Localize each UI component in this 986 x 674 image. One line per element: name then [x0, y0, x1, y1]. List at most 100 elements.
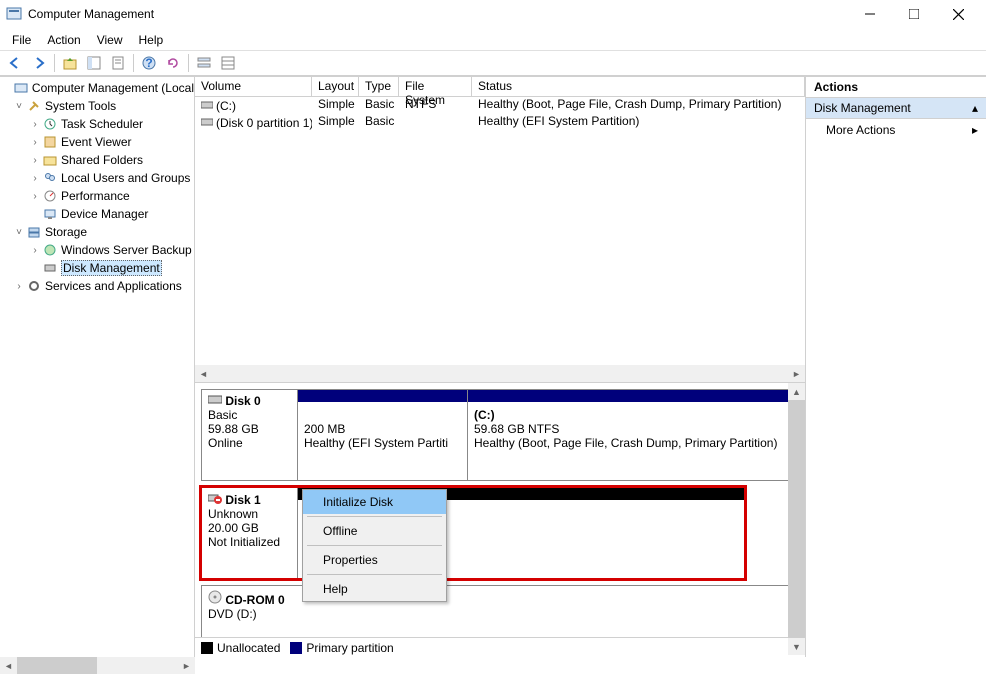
ctx-properties[interactable]: Properties: [303, 548, 446, 572]
partition-efi[interactable]: 200 MBHealthy (EFI System Partiti: [298, 390, 468, 480]
cdrom-icon: [208, 593, 222, 607]
refresh-button[interactable]: [162, 52, 184, 74]
actions-title: Actions: [806, 77, 986, 98]
menu-help[interactable]: Help: [131, 31, 172, 49]
drive-icon: [201, 116, 213, 130]
scroll-down-icon[interactable]: ▼: [788, 638, 805, 655]
computer-icon: [13, 80, 28, 96]
minimize-button[interactable]: [848, 0, 892, 28]
expand-icon[interactable]: ˅: [12, 101, 26, 112]
scroll-up-icon[interactable]: ▲: [788, 383, 805, 400]
ctx-help[interactable]: Help: [303, 577, 446, 601]
expand-icon[interactable]: ›: [28, 155, 42, 166]
back-button[interactable]: [4, 52, 26, 74]
services-icon: [26, 278, 42, 294]
tree-root[interactable]: Computer Management (Local: [32, 81, 194, 95]
tree-performance[interactable]: Performance: [61, 189, 130, 203]
storage-icon: [26, 224, 42, 240]
tree-event-viewer[interactable]: Event Viewer: [61, 135, 131, 149]
menu-view[interactable]: View: [89, 31, 131, 49]
close-button[interactable]: [936, 0, 980, 28]
disk-type: DVD (D:): [208, 607, 257, 621]
scroll-left-icon[interactable]: ◄: [0, 657, 17, 674]
col-filesystem[interactable]: File System: [399, 77, 472, 96]
disk-row-1[interactable]: Disk 1 Unknown 20.00 GB Not Initialized: [201, 487, 745, 579]
tree-system-tools[interactable]: System Tools: [45, 99, 116, 113]
tree-services[interactable]: Services and Applications: [45, 279, 182, 293]
actions-more[interactable]: More Actions ▸: [806, 119, 986, 141]
menubar: File Action View Help: [0, 28, 986, 50]
legend-primary: Primary partition: [306, 641, 393, 655]
col-status[interactable]: Status: [472, 77, 805, 96]
expand-icon[interactable]: ›: [28, 173, 42, 184]
menu-file[interactable]: File: [4, 31, 39, 49]
vol-name: (Disk 0 partition 1): [216, 116, 312, 130]
expand-icon[interactable]: ›: [28, 137, 42, 148]
disk-icon: [42, 260, 58, 276]
disk-state: Not Initialized: [208, 535, 280, 549]
up-button[interactable]: [59, 52, 81, 74]
center-pane: Volume Layout Type File System Status (C…: [195, 77, 806, 657]
list-view-button[interactable]: [193, 52, 215, 74]
col-type[interactable]: Type: [359, 77, 399, 96]
tree-storage[interactable]: Storage: [45, 225, 87, 239]
expand-icon[interactable]: ›: [28, 119, 42, 130]
disk-type: Unknown: [208, 507, 258, 521]
tree-disk-management[interactable]: Disk Management: [61, 260, 162, 276]
col-volume[interactable]: Volume: [195, 77, 312, 96]
performance-icon: [42, 188, 58, 204]
menu-action[interactable]: Action: [39, 31, 88, 49]
tree-windows-backup[interactable]: Windows Server Backup: [61, 243, 192, 257]
disk-title: Disk 1: [225, 493, 260, 507]
maximize-button[interactable]: [892, 0, 936, 28]
window-h-scrollbar[interactable]: ◄ ►: [0, 657, 195, 674]
actions-section[interactable]: Disk Management ▴: [806, 98, 986, 119]
scroll-right-icon[interactable]: ►: [788, 365, 805, 382]
forward-button[interactable]: [28, 52, 50, 74]
clock-icon: [42, 116, 58, 132]
folder-icon: [42, 152, 58, 168]
col-layout[interactable]: Layout: [312, 77, 359, 96]
scroll-left-icon[interactable]: ◄: [195, 365, 212, 382]
h-scrollbar[interactable]: ◄ ►: [195, 365, 805, 382]
users-icon: [42, 170, 58, 186]
disk-error-icon: [208, 493, 222, 507]
detail-view-button[interactable]: [217, 52, 239, 74]
expand-icon[interactable]: ˅: [12, 227, 26, 238]
tree-task-scheduler[interactable]: Task Scheduler: [61, 117, 143, 131]
expand-icon[interactable]: ›: [28, 245, 42, 256]
disk-size: 20.00 GB: [208, 521, 259, 535]
tools-icon: [26, 98, 42, 114]
table-row[interactable]: (Disk 0 partition 1) Simple Basic Health…: [195, 114, 805, 131]
disk-title: CD-ROM 0: [225, 593, 284, 607]
expand-icon[interactable]: ›: [12, 281, 26, 292]
context-menu: Initialize Disk Offline Properties Help: [302, 489, 447, 602]
partition-c[interactable]: (C:)59.68 GB NTFSHealthy (Boot, Page Fil…: [468, 390, 798, 480]
tree-local-users[interactable]: Local Users and Groups: [61, 171, 190, 185]
svg-text:?: ?: [145, 56, 152, 70]
legend: Unallocated Primary partition: [195, 637, 805, 657]
actions-pane: Actions Disk Management ▴ More Actions ▸: [806, 77, 986, 657]
disk-row-0[interactable]: Disk 0 Basic 59.88 GB Online 200 MBHealt…: [201, 389, 799, 481]
help-button[interactable]: ?: [138, 52, 160, 74]
v-scrollbar[interactable]: ▲ ▼: [788, 383, 805, 655]
tree-shared-folders[interactable]: Shared Folders: [61, 153, 143, 167]
disk-row-cdrom[interactable]: CD-ROM 0 DVD (D:) No Media: [201, 585, 799, 645]
disk-size: 59.88 GB: [208, 422, 259, 436]
show-hide-tree-button[interactable]: [83, 52, 105, 74]
table-row[interactable]: (C:) Simple Basic NTFS Healthy (Boot, Pa…: [195, 97, 805, 114]
vol-name: (C:): [216, 99, 236, 113]
disk-icon: [208, 394, 222, 408]
ctx-offline[interactable]: Offline: [303, 519, 446, 543]
disk-type: Basic: [208, 408, 237, 422]
tree-pane[interactable]: Computer Management (Local ˅ System Tools…: [0, 77, 195, 657]
swatch-primary: [290, 642, 302, 654]
properties-button[interactable]: [107, 52, 129, 74]
window-title: Computer Management: [28, 7, 848, 21]
scroll-right-icon[interactable]: ►: [178, 657, 195, 674]
expand-icon[interactable]: ›: [28, 191, 42, 202]
ctx-initialize-disk[interactable]: Initialize Disk: [303, 490, 446, 514]
chevron-right-icon: ▸: [972, 123, 978, 137]
tree-device-manager[interactable]: Device Manager: [61, 207, 148, 221]
disk-info: Disk 0 Basic 59.88 GB Online: [202, 390, 298, 480]
